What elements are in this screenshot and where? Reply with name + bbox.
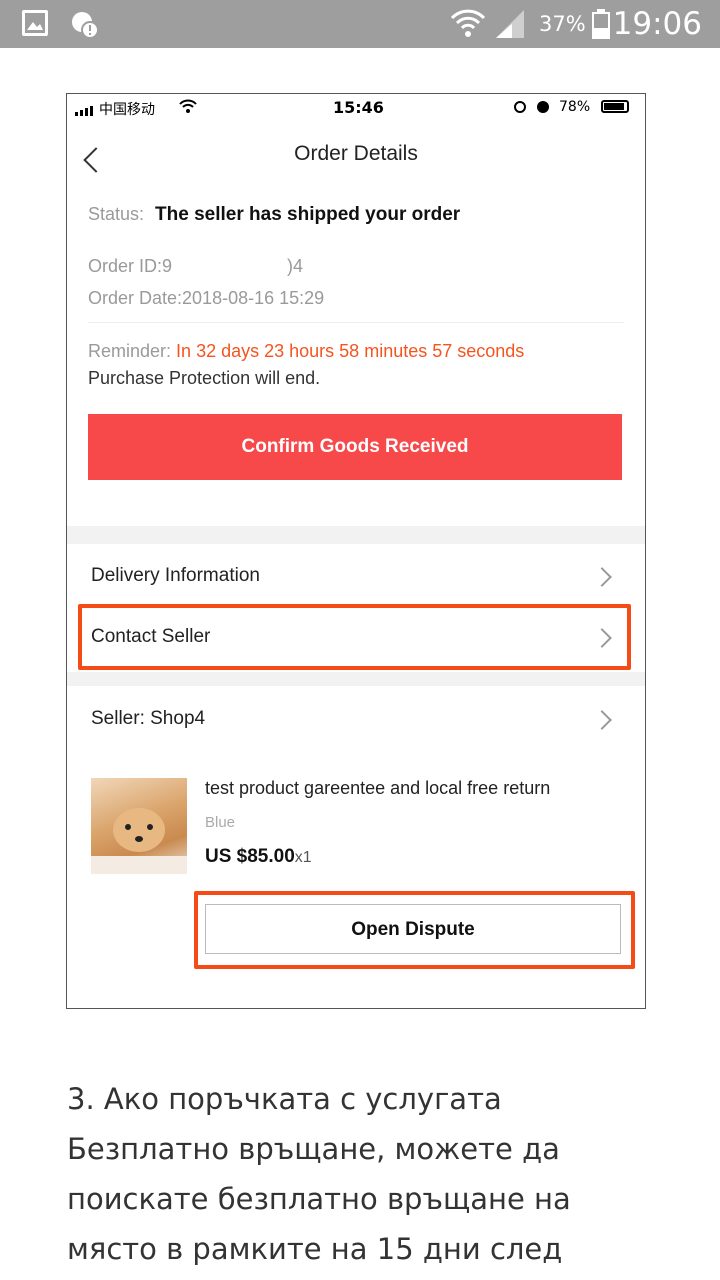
inner-battery-percent: 78% — [559, 99, 591, 115]
status-label: Status: — [88, 204, 145, 224]
order-date: Order Date:2018-08-16 15:29 — [88, 288, 325, 308]
alarm-icon — [537, 101, 549, 113]
signal-icon — [494, 8, 528, 45]
notification-icon — [70, 10, 100, 40]
product-title: test product gareentee and local free re… — [205, 778, 551, 798]
open-dispute-highlight — [194, 891, 635, 969]
inner-wifi-icon — [179, 99, 197, 117]
product-item[interactable]: test product gareentee and local free re… — [67, 750, 645, 880]
article-text: 3. Ако поръчката с услугата Безплатно вр… — [67, 1082, 571, 1266]
status-bar: 37% 19:06 — [0, 0, 720, 48]
gallery-icon — [22, 10, 48, 36]
reminder: Reminder: In 32 days 23 hours 58 minutes… — [88, 341, 525, 388]
contact-seller-highlight — [78, 604, 631, 670]
countdown: 32 days 23 hours 58 minutes 57 seconds — [196, 341, 525, 361]
seller-row[interactable]: Seller: Shop4 — [67, 686, 645, 750]
battery-icon — [592, 9, 610, 39]
product-price: US $85.00 — [205, 846, 295, 867]
wifi-icon — [448, 6, 488, 45]
inner-time: 15:46 — [333, 98, 384, 117]
product-image — [91, 778, 187, 874]
embedded-screenshot: 中国移动 15:46 78% Order Details Status: The… — [66, 93, 646, 1009]
divider — [88, 322, 624, 323]
product-price-line: US $85.00x1 — [205, 846, 312, 868]
clock: 19:06 — [612, 6, 702, 42]
orientation-lock-icon — [514, 101, 526, 113]
product-variant: Blue — [205, 814, 236, 831]
delivery-information-row[interactable]: Delivery Information — [67, 544, 645, 606]
section-gap — [67, 672, 645, 686]
section-gap — [67, 526, 645, 544]
page-title: Order Details — [294, 142, 418, 165]
inner-carrier: 中国移动 — [99, 102, 155, 118]
status-line: Status: The seller has shipped your orde… — [88, 204, 460, 226]
confirm-goods-received-button[interactable]: Confirm Goods Received — [88, 414, 622, 480]
inner-signal-icon — [75, 104, 97, 120]
order-id: Order ID:9 )4 — [88, 256, 304, 276]
inner-battery-icon — [601, 100, 629, 113]
chevron-right-icon — [592, 567, 612, 587]
order-details-header: Order Details — [67, 122, 645, 192]
status-value: The seller has shipped your order — [155, 204, 461, 225]
chevron-right-icon — [592, 710, 612, 730]
product-qty: x1 — [294, 849, 312, 866]
battery-percent: 37% — [539, 12, 586, 36]
inner-status-bar: 中国移动 15:46 78% — [67, 94, 645, 122]
